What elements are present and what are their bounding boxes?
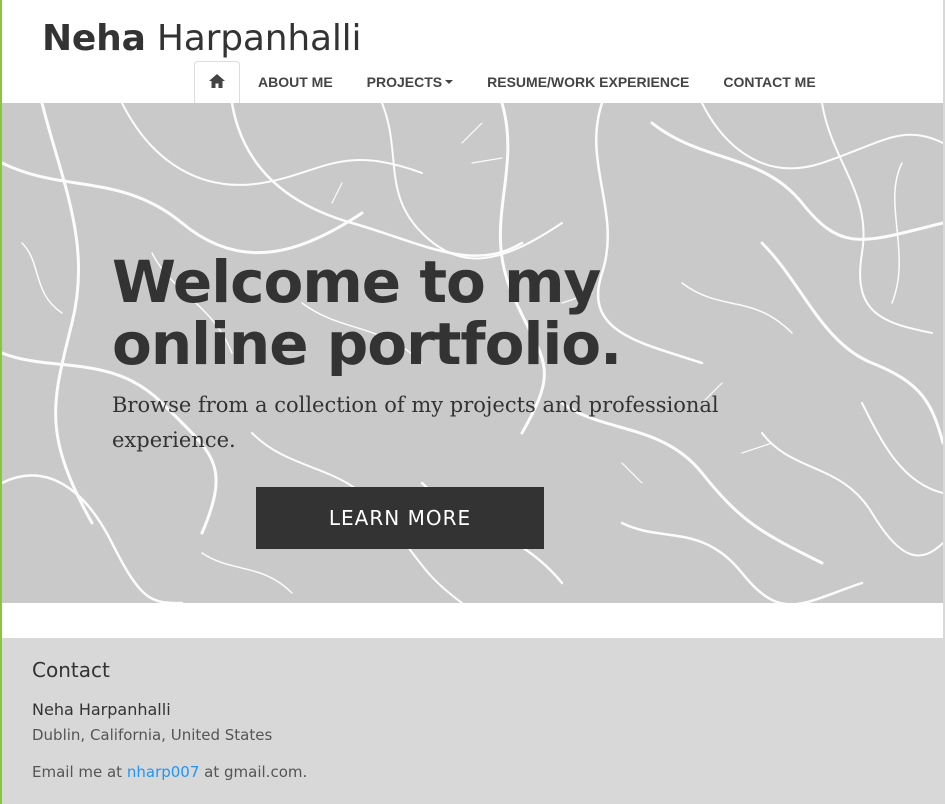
nav-projects-dropdown[interactable]: PROJECTS (349, 61, 471, 103)
nav-about-me[interactable]: ABOUT ME (241, 61, 350, 103)
email-prefix: Email me at (32, 763, 123, 781)
learn-more-button[interactable]: LEARN MORE (256, 487, 544, 549)
site-brand[interactable]: Neha Harpanhalli (42, 18, 361, 59)
hero-subtitle: Browse from a collection of my projects … (112, 393, 719, 452)
nav-contact-me[interactable]: CONTACT ME (706, 61, 833, 103)
nav-projects-label: PROJECTS (366, 74, 443, 90)
home-icon (209, 73, 225, 92)
main-nav: ABOUT ME PROJECTS RESUME/WORK EXPERIENCE… (194, 61, 833, 103)
footer-location: Dublin, California, United States (32, 726, 273, 744)
footer-heading: Contact (32, 658, 110, 682)
nav-resume-label: RESUME/WORK EXPERIENCE (487, 74, 690, 90)
nav-resume[interactable]: RESUME/WORK EXPERIENCE (470, 61, 707, 103)
nav-contact-me-label: CONTACT ME (723, 74, 816, 90)
footer-email-line: Email me at nharp007 at gmail.com. (32, 763, 307, 781)
contact-footer: Contact Neha Harpanhalli Dublin, Califor… (2, 638, 943, 804)
site-header: Neha Harpanhalli ABOUT ME PROJECTS RESUM… (2, 0, 943, 103)
email-suffix: at gmail.com. (204, 763, 308, 781)
brand-last-name: Harpanhalli (156, 18, 362, 59)
nav-about-me-label: ABOUT ME (258, 74, 333, 90)
email-link[interactable]: nharp007 (127, 763, 200, 781)
hero-title: Welcome to my online portfolio. (112, 248, 622, 378)
footer-name: Neha Harpanhalli (32, 700, 171, 719)
nav-home[interactable] (194, 61, 240, 103)
caret-down-icon (445, 80, 454, 84)
hero-section: Welcome to my online portfolio. Browse f… (2, 103, 943, 603)
brand-first-name: Neha (42, 18, 146, 59)
